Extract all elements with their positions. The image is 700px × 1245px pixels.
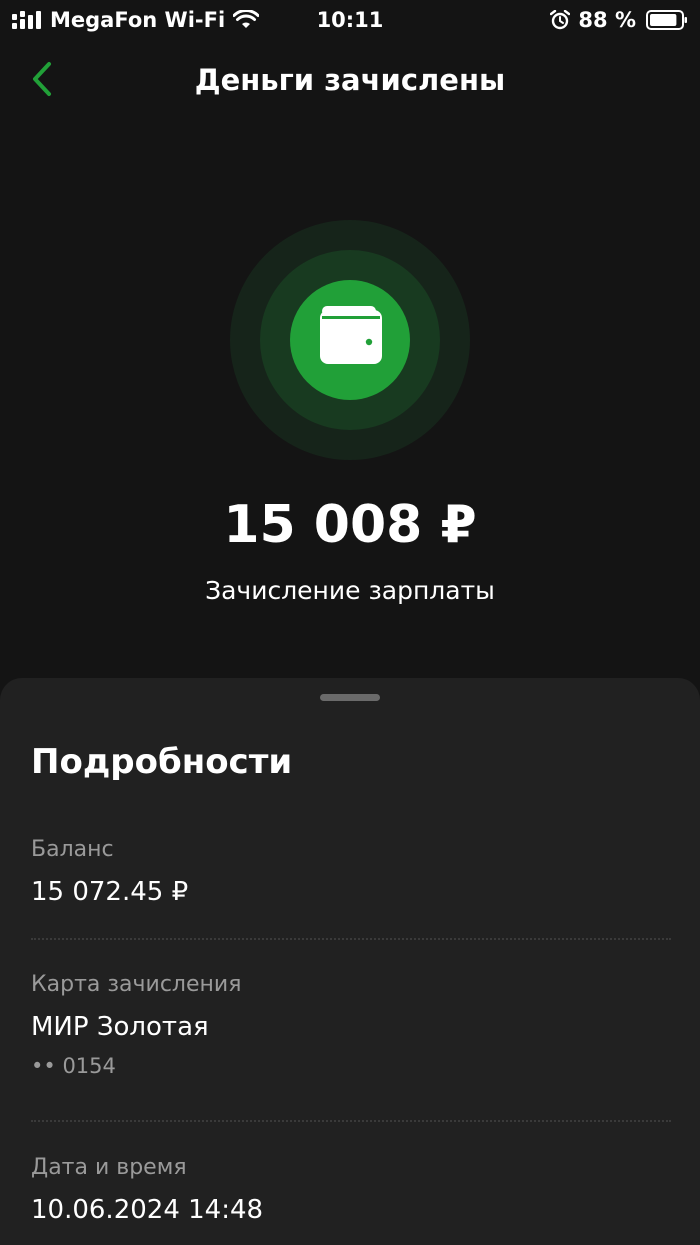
hero-icon xyxy=(230,220,470,460)
transfer-description: Зачисление зарплаты xyxy=(205,576,495,605)
card-number: •• 0154 xyxy=(31,1054,116,1078)
transfer-amount: 15 008 ₽ xyxy=(223,495,477,555)
card-label: Карта зачисления xyxy=(31,972,242,997)
status-right: 88 % xyxy=(550,6,688,34)
balance-value: 15 072.45 ₽ xyxy=(31,877,189,907)
datetime-label: Дата и время xyxy=(31,1155,187,1180)
nav-bar: Деньги зачислены xyxy=(0,50,700,110)
datetime-value: 10.06.2024 14:48 xyxy=(31,1195,264,1225)
wallet-icon xyxy=(230,220,470,460)
balance-label: Баланс xyxy=(31,837,114,862)
details-sheet: Подробности Баланс 15 072.45 ₽ Карта зач… xyxy=(0,678,700,1245)
divider xyxy=(31,938,671,940)
page-title: Деньги зачислены xyxy=(194,63,506,97)
card-name: МИР Золотая xyxy=(31,1012,209,1042)
divider xyxy=(31,1120,671,1122)
alarm-icon xyxy=(550,10,571,30)
status-bar: MegaFon Wi-Fi 10:11 88 % xyxy=(0,0,700,40)
sheet-handle[interactable] xyxy=(320,694,380,701)
details-title: Подробности xyxy=(31,742,293,782)
battery-icon xyxy=(646,10,687,30)
battery-percent: 88 % xyxy=(578,8,636,32)
